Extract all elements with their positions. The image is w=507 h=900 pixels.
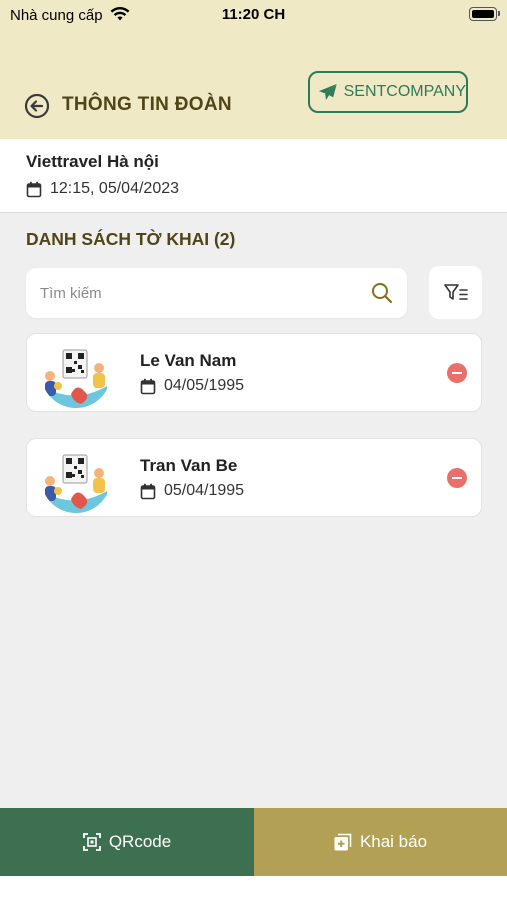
person-name: Tran Van Be: [140, 456, 238, 475]
declare-button[interactable]: Khai báo: [254, 808, 507, 876]
birth-date: 04/05/1995: [164, 377, 245, 394]
birth-date-row: 05/04/1995: [140, 482, 244, 500]
sent-company-label: SENTCOMPANY: [343, 83, 466, 100]
remove-icon[interactable]: [447, 468, 467, 488]
filter-icon: [443, 283, 468, 300]
battery-icon: [469, 7, 500, 21]
add-photo-icon: [334, 833, 352, 851]
calendar-icon: [26, 181, 42, 197]
avatar: [41, 443, 111, 513]
group-datetime: 12:15, 05/04/2023: [50, 180, 180, 197]
group-datetime-row: 12:15, 05/04/2023: [26, 180, 179, 198]
avatar: [41, 338, 111, 408]
birth-date: 05/04/1995: [164, 482, 245, 499]
group-info: Viettravel Hà nội 12:15, 05/04/2023: [0, 139, 507, 213]
declaration-card[interactable]: Le Van Nam 04/05/1995: [26, 333, 482, 412]
search-icon[interactable]: [371, 282, 393, 304]
sent-company-button[interactable]: SENTCOMPANY: [308, 71, 468, 113]
list-title: DANH SÁCH TỜ KHAI (2): [26, 229, 236, 249]
page-title: THÔNG TIN ĐOÀN: [62, 94, 232, 115]
header: THÔNG TIN ĐOÀN SENTCOMPANY: [0, 32, 507, 139]
back-arrow-icon[interactable]: [24, 93, 50, 119]
send-icon: [318, 83, 337, 101]
status-bar: Nhà cung cấp 11:20 CH: [0, 0, 507, 32]
declaration-card[interactable]: Tran Van Be 05/04/1995: [26, 438, 482, 517]
qrcode-button[interactable]: QRcode: [0, 808, 254, 876]
person-name: Le Van Nam: [140, 351, 237, 370]
filter-button[interactable]: [429, 266, 482, 319]
calendar-icon: [140, 483, 156, 499]
group-name: Viettravel Hà nội: [26, 152, 159, 171]
calendar-icon: [140, 378, 156, 394]
remove-icon[interactable]: [447, 363, 467, 383]
bottom-action-bar: QRcode Khai báo: [0, 808, 507, 876]
search-box: [26, 268, 407, 318]
declare-label: Khai báo: [359, 832, 428, 851]
home-indicator-area: [0, 876, 507, 900]
qr-scan-icon: [82, 833, 101, 851]
birth-date-row: 04/05/1995: [140, 377, 244, 395]
search-input[interactable]: [40, 268, 360, 318]
clock: 11:20 CH: [221, 6, 286, 23]
qrcode-label: QRcode: [108, 832, 172, 851]
